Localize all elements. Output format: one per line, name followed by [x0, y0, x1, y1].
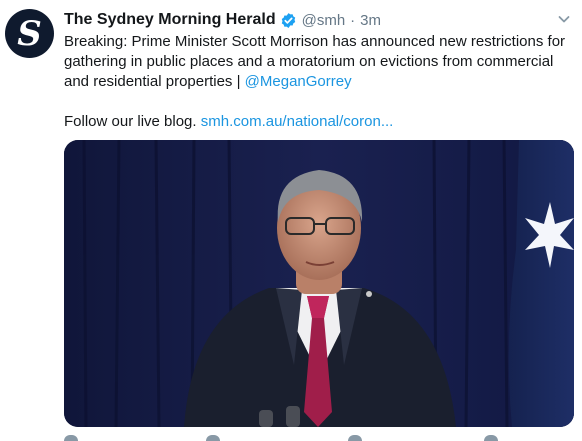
chevron-down-icon[interactable]	[556, 11, 572, 27]
tweet-paragraph-follow: Follow our live blog. smh.com.au/nationa…	[64, 112, 574, 132]
separator-dot: ·	[350, 11, 356, 29]
tweet-timestamp[interactable]: 3m	[360, 12, 381, 29]
avatar-logo-letter: S	[17, 13, 42, 54]
tweet-media-photo[interactable]	[64, 140, 574, 427]
retweet-icon[interactable]	[206, 435, 220, 441]
tweet-paragraph-main: Breaking: Prime Minister Scott Morrison …	[64, 32, 574, 92]
live-blog-link[interactable]: smh.com.au/national/coron...	[201, 113, 394, 130]
tweet-actions	[64, 434, 574, 441]
press-conference-photo	[64, 140, 574, 427]
like-icon[interactable]	[348, 435, 362, 441]
mention-link[interactable]: @MeganGorrey	[245, 73, 352, 90]
follow-text: Follow our live blog.	[64, 113, 201, 130]
author-display-name[interactable]: The Sydney Morning Herald	[64, 11, 276, 29]
author-handle[interactable]: @smh	[302, 12, 346, 29]
share-icon[interactable]	[484, 435, 498, 441]
tweet-header: The Sydney Morning Herald @smh · 3m	[64, 9, 572, 31]
tweet-text: Breaking: Prime Minister Scott Morrison …	[64, 32, 574, 132]
avatar[interactable]: S	[5, 9, 54, 58]
tweet-card[interactable]: S The Sydney Morning Herald @smh · 3m Br…	[0, 0, 582, 441]
verified-badge-icon	[280, 12, 297, 29]
reply-icon[interactable]	[64, 435, 78, 441]
